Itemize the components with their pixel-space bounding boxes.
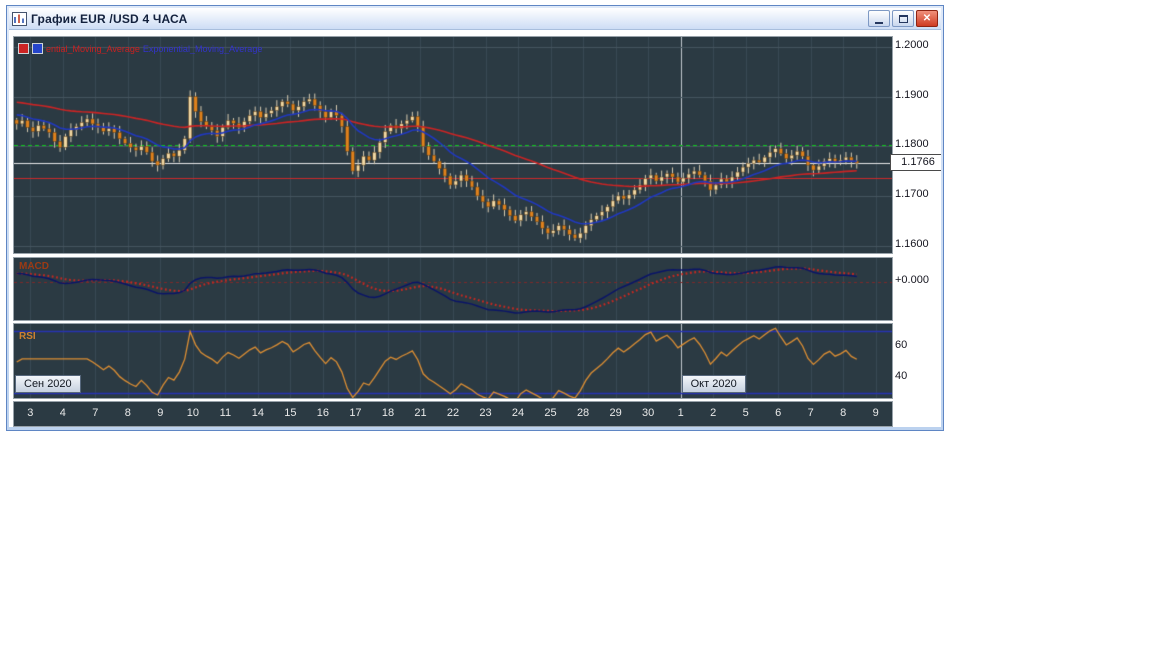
date-tick: 6: [775, 407, 782, 419]
month-badge-october: Окт 2020: [681, 375, 746, 393]
date-tick: 28: [576, 407, 590, 419]
rsi-label: RSI: [19, 331, 36, 342]
window-title: График EUR /USD 4 ЧАСА: [31, 11, 188, 26]
close-icon: ✕: [922, 12, 932, 24]
indicator-legend: ential_Moving_Average Exponential_Moving_…: [18, 43, 262, 54]
price-tick: 1.1700: [895, 187, 929, 200]
date-tick: 21: [414, 407, 427, 419]
date-tick: 8: [840, 407, 847, 419]
macd-panel[interactable]: MACD: [13, 257, 893, 321]
legend-label: ential_Moving_Average: [46, 43, 140, 54]
titlebar[interactable]: График EUR /USD 4 ЧАСА ✕: [9, 8, 941, 30]
date-tick: 7: [807, 407, 814, 419]
rsi-tick: 60: [895, 338, 908, 351]
date-tick: 24: [511, 407, 525, 419]
price-panel[interactable]: ential_Moving_Average Exponential_Moving_…: [13, 36, 893, 254]
window-controls: ✕: [868, 10, 938, 27]
price-tick: 1.1600: [895, 237, 929, 250]
date-tick: 22: [446, 407, 460, 419]
date-tick: 4: [59, 407, 66, 419]
close-button[interactable]: ✕: [916, 10, 938, 27]
date-tick: 8: [124, 407, 131, 419]
rsi-canvas[interactable]: [14, 324, 892, 398]
date-tick: 11: [219, 407, 232, 419]
rsi-panel[interactable]: RSI: [13, 323, 893, 399]
date-tick: 2: [710, 407, 717, 419]
date-tick: 23: [479, 407, 492, 419]
month-badge-september: Сен 2020: [15, 375, 81, 393]
date-tick: 18: [381, 407, 395, 419]
rsi-tick: 40: [895, 369, 908, 382]
date-tick: 17: [349, 407, 362, 419]
price-chart-canvas[interactable]: [14, 37, 892, 253]
date-tick: 16: [316, 407, 330, 419]
date-tick: 10: [186, 407, 199, 419]
price-tick: 1.1800: [895, 138, 929, 151]
date-tick: 9: [872, 407, 879, 419]
date-tick: 3: [27, 407, 34, 419]
chart-body: ential_Moving_Average Exponential_Moving_…: [9, 30, 941, 427]
date-tick: 1: [677, 407, 684, 419]
date-tick: 25: [544, 407, 557, 419]
price-axis[interactable]: 1.2000 1.1900 1.1800 1.1700 1.1600 +0.000 60 40: [893, 30, 941, 427]
date-tick: 5: [742, 407, 749, 419]
date-tick: 7: [92, 407, 99, 419]
current-price-badge: 1.1766: [890, 154, 941, 172]
date-tick: 14: [251, 407, 264, 419]
date-tick: 30: [641, 407, 655, 419]
minimize-icon: [875, 21, 883, 24]
legend-label: Exponential_Moving_Average: [142, 43, 263, 54]
maximize-button[interactable]: [892, 10, 914, 27]
chart-window: График EUR /USD 4 ЧАСА ✕ ential_Moving_A…: [6, 5, 944, 431]
time-axis[interactable]: 3 4 7 8 9 10 11 14 15 16 17 18 21 22 23 24 25 28 29 30 1 2 5 6 7…: [13, 401, 893, 427]
window-icon: [12, 11, 27, 26]
macd-tick: +0.000: [895, 274, 929, 286]
minimize-button[interactable]: [868, 10, 890, 27]
legend-chip: [18, 43, 29, 54]
price-tick: 1.1900: [895, 88, 929, 101]
maximize-icon: [898, 14, 908, 23]
price-tick: 1.2000: [895, 38, 929, 51]
macd-label: MACD: [19, 261, 49, 272]
legend-chip: [32, 43, 43, 54]
date-tick: 9: [157, 407, 164, 419]
macd-canvas[interactable]: [14, 258, 892, 320]
date-tick: 15: [284, 407, 297, 419]
date-tick: 29: [609, 407, 622, 419]
